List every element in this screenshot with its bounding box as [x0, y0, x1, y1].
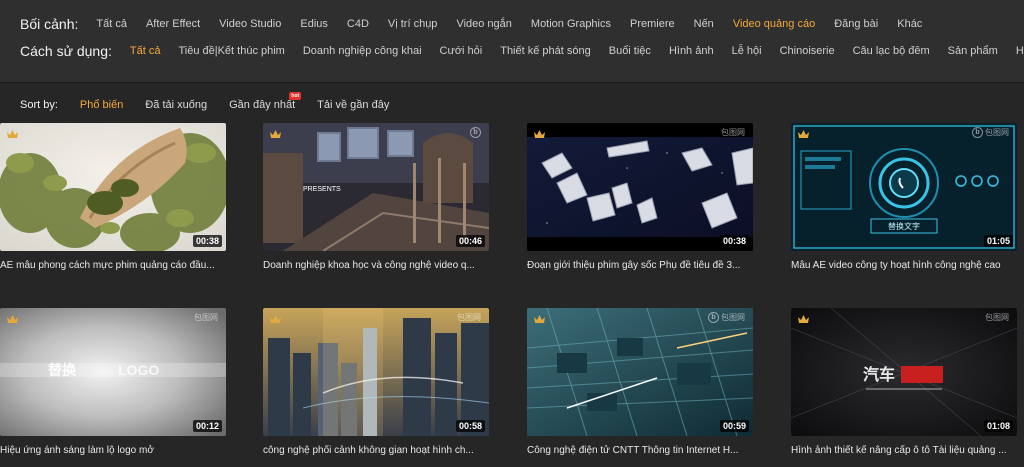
usage-chip[interactable]: Buổi tiệc [609, 45, 651, 57]
usage-chip[interactable]: Chinoiserie [780, 45, 835, 57]
usage-filter-label: Cách sử dụng: [20, 43, 112, 59]
usage-chip[interactable]: Lễ hội [732, 45, 762, 57]
sort-label: Sort by: [20, 99, 58, 111]
more-label: Hơn [1015, 45, 1024, 57]
logo-text: LOGO [118, 362, 159, 378]
crown-icon [6, 129, 19, 139]
sort-option-downloaded[interactable]: Đã tải xuống [145, 99, 207, 111]
video-thumbnail[interactable]: 替换 LOGO 包图网 00:12 [0, 308, 226, 436]
usage-chip[interactable]: Thiết kế phát sóng [500, 45, 591, 57]
watermark-text: 包图网 [721, 313, 745, 322]
video-card[interactable]: b 包图网 00:59 Công nghệ điện tử CNTT Thông … [527, 308, 753, 456]
video-title[interactable]: công nghệ phối cảnh không gian hoạt hình… [263, 445, 495, 456]
watermark-b-icon: b [708, 312, 719, 323]
video-card[interactable]: 替换文字 b 包图网 01:05 Mẫu AE video công ty hoạ… [791, 123, 1017, 271]
context-chip[interactable]: Video Studio [219, 18, 281, 30]
watermark-b-icon: b [470, 127, 481, 138]
watermark-logo: b 包图网 [972, 127, 1009, 138]
video-card[interactable]: 替换 LOGO 包图网 00:12 Hiệu ứng ánh sáng làm … [0, 308, 226, 456]
video-card[interactable]: 汽车 包图网 01:08 Hình ảnh thiết kế nâng cấp … [791, 308, 1017, 456]
duration-badge: 00:12 [192, 420, 222, 432]
duration-badge: 00:58 [455, 420, 485, 432]
sort-bar: Sort by: Phổ biến Đã tải xuống Gần đây n… [20, 92, 411, 111]
hot-badge: hot [289, 92, 302, 100]
context-chip[interactable]: Nến [694, 18, 714, 30]
sort-option-newest[interactable]: Gần đây nhất hot [229, 92, 302, 111]
watermark-text: 包图网 [985, 128, 1009, 137]
video-thumbnail[interactable]: 汽车 包图网 01:08 [791, 308, 1017, 436]
video-thumbnail[interactable]: 00:38 [0, 123, 226, 251]
sort-option-recent-downloads[interactable]: Tải về gần đây [317, 99, 389, 111]
usage-chip[interactable]: Sản phẩm [948, 45, 998, 57]
video-thumbnail[interactable]: PRESENTS b 00:46 [263, 123, 489, 251]
video-card[interactable]: 00:38 AE mẫu phong cách mực phim quảng c… [0, 123, 226, 271]
usage-chip[interactable]: Câu lạc bộ đêm [853, 45, 930, 57]
presents-text: PRESENTS [303, 186, 341, 193]
duration-badge: 00:46 [455, 235, 485, 247]
svg-text:替换: 替换 [48, 362, 77, 378]
sort-option-newest-label: Gần đây nhất [229, 99, 296, 111]
crown-icon [797, 129, 810, 139]
video-card[interactable]: 包图网 00:58 công nghệ phối cảnh không gian… [263, 308, 489, 456]
hud-text: 替换文字 [888, 221, 920, 231]
video-title[interactable]: AE mẫu phong cách mực phim quảng cáo đầu… [0, 260, 232, 271]
video-title[interactable]: Đoạn giới thiệu phim gây sốc Phụ đề tiêu… [527, 260, 759, 271]
usage-filter-row: Cách sử dụng: Tất cả Tiêu đề|Kết thúc ph… [20, 43, 1024, 59]
context-filter-row: Bối cảnh: Tất cả After Effect Video Stud… [20, 16, 941, 32]
crown-icon [6, 314, 19, 324]
context-chip[interactable]: Video ngắn [456, 18, 511, 30]
watermark-logo: 包图网 [457, 313, 481, 322]
video-title[interactable]: Hiệu ứng ánh sáng làm lộ logo mở [0, 445, 232, 456]
context-chip[interactable]: Khác [897, 18, 922, 30]
crown-icon [533, 129, 546, 139]
crown-icon [269, 314, 282, 324]
context-chip[interactable]: C4D [347, 18, 369, 30]
watermark-logo: b 包图网 [708, 312, 745, 323]
context-chip[interactable]: After Effect [146, 18, 200, 30]
watermark-b-icon: b [972, 127, 983, 138]
context-chip[interactable]: Tất cả [96, 18, 127, 30]
video-title[interactable]: Doanh nghiệp khoa học và công nghệ video… [263, 260, 495, 271]
context-chip-active[interactable]: Video quảng cáo [733, 18, 815, 30]
filter-panel: Bối cảnh: Tất cả After Effect Video Stud… [0, 0, 1024, 83]
crown-icon [797, 314, 810, 324]
car-text: 汽车 [863, 365, 895, 384]
video-thumbnail[interactable]: 替换文字 b 包图网 01:05 [791, 123, 1017, 251]
usage-chip-active[interactable]: Tất cả [130, 45, 161, 57]
crown-icon [533, 314, 546, 324]
usage-chip[interactable]: Hình ảnh [669, 45, 714, 57]
video-thumbnail[interactable]: 包图网 00:58 [263, 308, 489, 436]
watermark-logo: 包图网 [985, 313, 1009, 322]
context-chip[interactable]: Motion Graphics [531, 18, 611, 30]
video-thumbnail[interactable]: 包图网 00:38 [527, 123, 753, 251]
usage-chip[interactable]: Cưới hỏi [440, 45, 483, 57]
context-chip[interactable]: Edius [300, 18, 328, 30]
sort-option-popular[interactable]: Phổ biến [80, 99, 123, 111]
duration-badge: 00:59 [719, 420, 749, 432]
video-title[interactable]: Hình ảnh thiết kế nâng cấp ô tô Tài liệu… [791, 445, 1023, 456]
duration-badge: 00:38 [719, 235, 749, 247]
context-chip[interactable]: Vị trí chụp [388, 18, 438, 30]
context-chip[interactable]: Premiere [630, 18, 675, 30]
usage-chip[interactable]: Tiêu đề|Kết thúc phim [178, 45, 284, 57]
video-thumbnail[interactable]: b 包图网 00:59 [527, 308, 753, 436]
video-card[interactable]: 包图网 00:38 Đoạn giới thiệu phim gây sốc P… [527, 123, 753, 271]
context-chip[interactable]: Đăng bài [834, 18, 878, 30]
video-card[interactable]: PRESENTS b 00:46 Doanh nghiệp khoa học v… [263, 123, 489, 271]
duration-badge: 00:38 [192, 235, 222, 247]
crown-icon [269, 129, 282, 139]
more-dropdown[interactable]: Hơn [1016, 45, 1024, 57]
usage-chip[interactable]: Doanh nghiệp công khai [303, 45, 422, 57]
watermark-logo: b [470, 127, 481, 138]
watermark-logo: 包图网 [194, 313, 218, 322]
duration-badge: 01:05 [983, 235, 1013, 247]
watermark-logo: 包图网 [721, 128, 745, 137]
video-title[interactable]: Mẫu AE video công ty hoạt hình công nghệ… [791, 260, 1023, 271]
context-filter-label: Bối cảnh: [20, 16, 79, 32]
duration-badge: 01:08 [983, 420, 1013, 432]
video-title[interactable]: Công nghệ điện tử CNTT Thông tin Interne… [527, 445, 759, 456]
